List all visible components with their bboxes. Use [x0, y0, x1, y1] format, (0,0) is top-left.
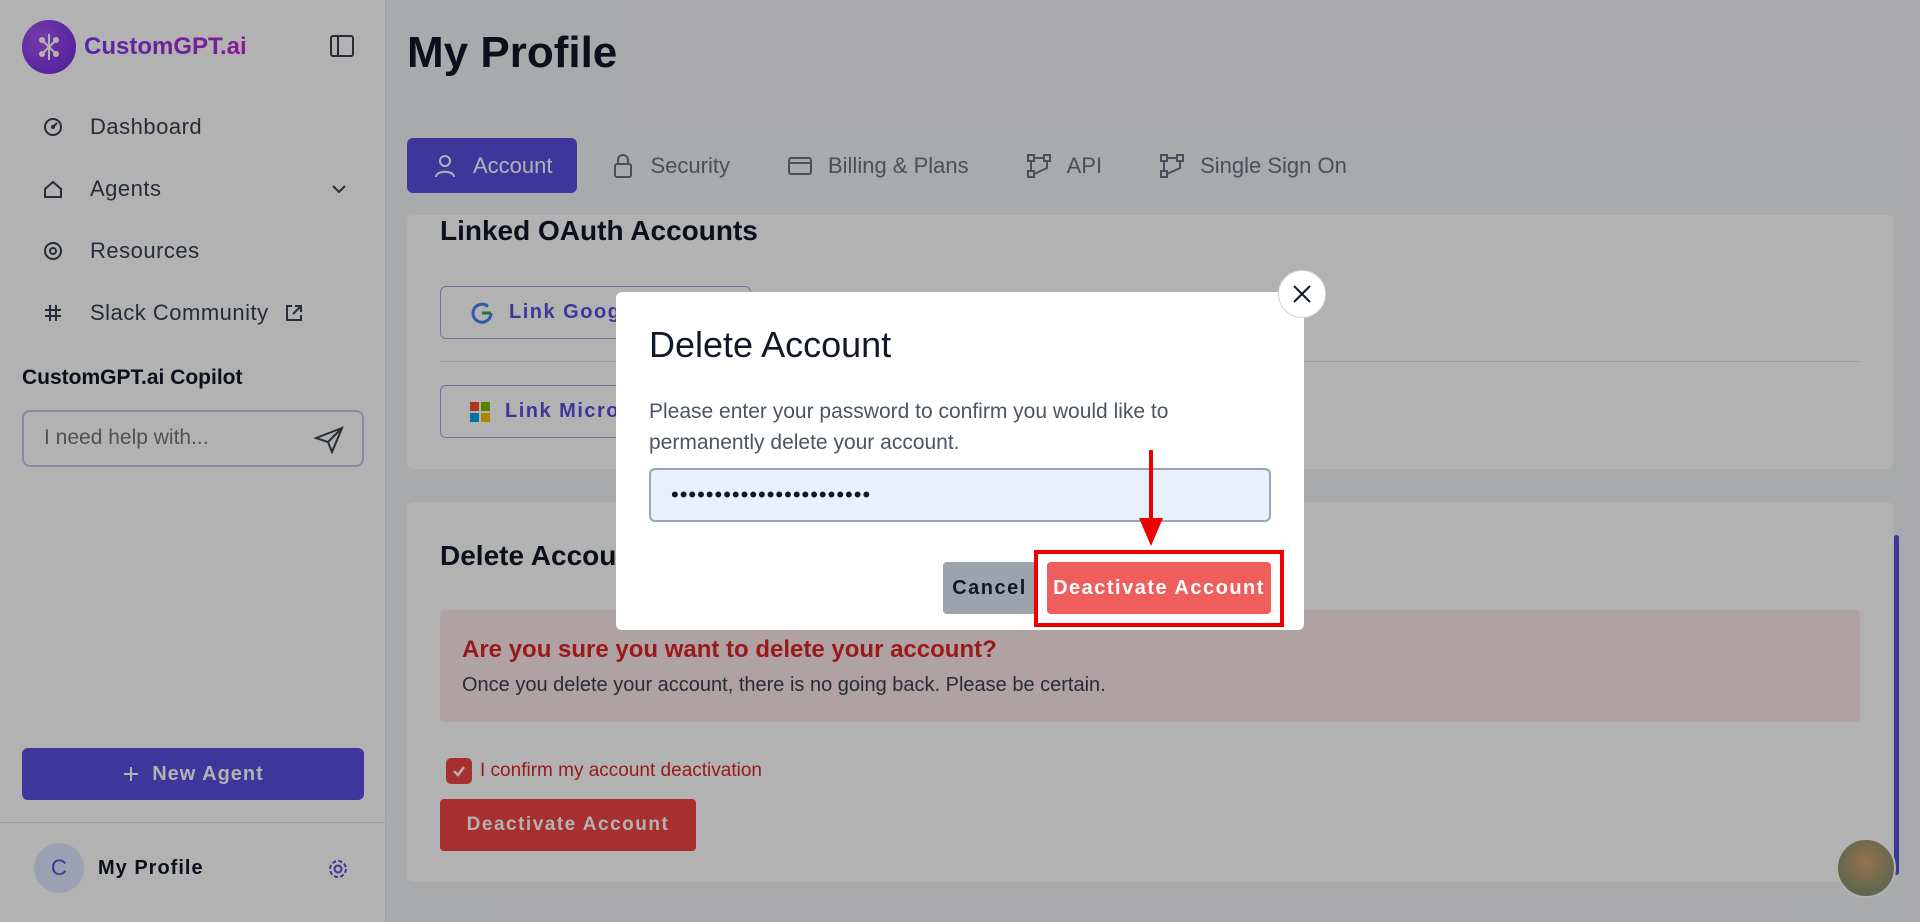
modal-title: Delete Account [649, 324, 892, 365]
modal-text: Please enter your password to confirm yo… [649, 400, 1169, 454]
close-modal-button[interactable] [1278, 270, 1326, 318]
annotation-arrow-icon [1139, 450, 1163, 546]
highlight-box [1034, 550, 1284, 627]
password-field-wrap [649, 468, 1271, 522]
close-icon [1293, 285, 1311, 303]
cancel-button[interactable]: Cancel [943, 562, 1036, 614]
